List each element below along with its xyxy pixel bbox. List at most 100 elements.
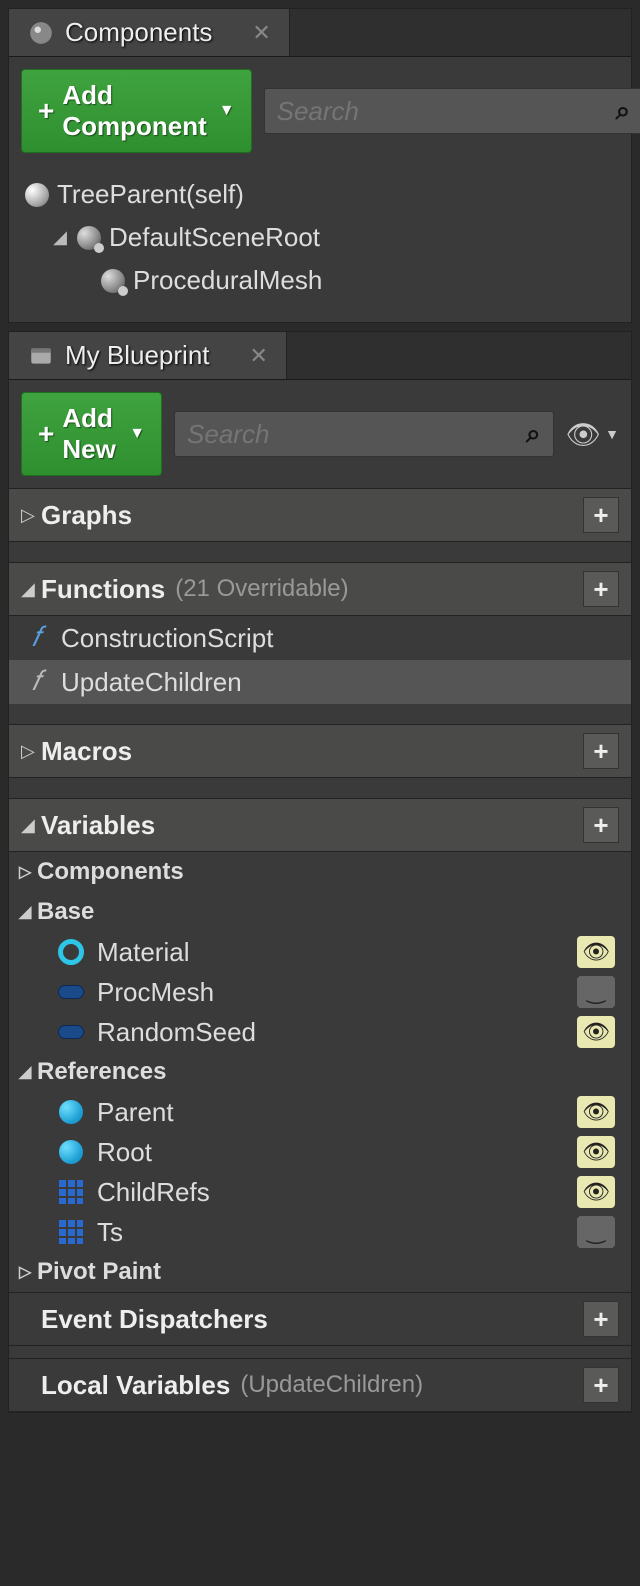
components-tree: TreeParent(self) ◢ DefaultSceneRoot Proc… bbox=[9, 165, 631, 322]
add-graph-button[interactable]: + bbox=[583, 497, 619, 533]
variable-childrefs[interactable]: ChildRefs 👁 bbox=[9, 1172, 631, 1212]
visibility-toggle[interactable]: 👁 bbox=[577, 1136, 615, 1168]
macros-section-header[interactable]: ▷ Macros + bbox=[9, 724, 631, 778]
material-type-icon bbox=[57, 938, 85, 966]
graphs-title: Graphs bbox=[41, 500, 132, 531]
variables-section-header[interactable]: ◢ Variables + bbox=[9, 798, 631, 852]
components-tab-title: Components bbox=[65, 17, 212, 48]
close-icon[interactable]: ✕ bbox=[250, 343, 268, 369]
chevron-down-icon: ▼ bbox=[129, 425, 145, 443]
group-label: Components bbox=[37, 858, 184, 886]
variable-parent[interactable]: Parent 👁 bbox=[9, 1092, 631, 1132]
group-label: Pivot Paint bbox=[37, 1258, 161, 1286]
close-icon[interactable]: ✕ bbox=[252, 20, 270, 46]
variable-procmesh[interactable]: ProcMesh ‿ bbox=[9, 972, 631, 1012]
my-blueprint-panel: My Blueprint ✕ + Add New ▼ ⌕ 👁 ▼ ▷ Graph… bbox=[8, 331, 632, 1413]
add-macro-button[interactable]: + bbox=[583, 733, 619, 769]
tree-root-row[interactable]: TreeParent(self) bbox=[21, 173, 619, 216]
collapse-arrow-icon: ▷ bbox=[19, 1262, 37, 1282]
functions-subtitle: (21 Overridable) bbox=[175, 575, 348, 603]
add-component-button[interactable]: + Add Component ▼ bbox=[21, 69, 252, 153]
variable-label: Parent bbox=[97, 1097, 565, 1128]
array-type-icon bbox=[57, 1178, 85, 1206]
functions-section-header[interactable]: ◢ Functions (21 Overridable) + bbox=[9, 562, 631, 616]
object-ref-icon bbox=[57, 1138, 85, 1166]
variables-components-group[interactable]: ▷ Components bbox=[9, 852, 631, 892]
visibility-toggle[interactable]: 👁 bbox=[577, 1176, 615, 1208]
add-variable-button[interactable]: + bbox=[583, 807, 619, 843]
expand-arrow-icon: ◢ bbox=[19, 1062, 37, 1082]
add-function-button[interactable]: + bbox=[583, 571, 619, 607]
components-search-input[interactable] bbox=[277, 96, 616, 127]
collapse-arrow-icon: ▷ bbox=[21, 505, 41, 526]
variables-base-group[interactable]: ◢ Base bbox=[9, 892, 631, 932]
variable-label: ProcMesh bbox=[97, 977, 565, 1008]
search-icon: ⌕ bbox=[616, 95, 631, 127]
visibility-toggle[interactable]: ‿ bbox=[577, 1216, 615, 1248]
blueprint-tab-icon bbox=[27, 342, 55, 370]
components-tab[interactable]: Components ✕ bbox=[9, 9, 290, 56]
blueprint-tab-header: My Blueprint ✕ bbox=[9, 332, 631, 380]
array-type-icon bbox=[57, 1218, 85, 1246]
local-variables-header[interactable]: Local Variables (UpdateChildren) + bbox=[9, 1358, 631, 1412]
expand-arrow-icon: ◢ bbox=[19, 902, 37, 922]
components-tab-icon bbox=[27, 19, 55, 47]
variable-label: Material bbox=[97, 937, 565, 968]
chevron-down-icon: ▼ bbox=[219, 102, 235, 120]
variables-references-group[interactable]: ◢ References bbox=[9, 1052, 631, 1092]
tree-procmesh-row[interactable]: ProceduralMesh bbox=[21, 259, 619, 302]
object-type-icon bbox=[57, 1018, 85, 1046]
function-constructionscript[interactable]: 𝑓 ConstructionScript bbox=[9, 616, 631, 660]
group-label: References bbox=[37, 1058, 166, 1086]
search-icon: ⌕ bbox=[526, 418, 541, 450]
macros-title: Macros bbox=[41, 736, 132, 767]
blueprint-search[interactable]: ⌕ bbox=[174, 411, 554, 457]
object-type-icon bbox=[57, 978, 85, 1006]
blueprint-search-input[interactable] bbox=[187, 419, 526, 450]
scene-root-label: DefaultSceneRoot bbox=[109, 222, 320, 253]
expand-arrow-icon[interactable]: ◢ bbox=[51, 227, 69, 248]
blueprint-tab-title: My Blueprint bbox=[65, 340, 210, 371]
blueprint-tab[interactable]: My Blueprint ✕ bbox=[9, 332, 287, 379]
variable-root[interactable]: Root 👁 bbox=[9, 1132, 631, 1172]
variable-label: ChildRefs bbox=[97, 1177, 565, 1208]
tree-scene-root-row[interactable]: ◢ DefaultSceneRoot bbox=[21, 216, 619, 259]
variable-label: Root bbox=[97, 1137, 565, 1168]
actor-icon bbox=[25, 183, 49, 207]
add-new-button[interactable]: + Add New ▼ bbox=[21, 392, 162, 476]
expand-arrow-icon: ◢ bbox=[21, 579, 41, 600]
scene-component-icon bbox=[77, 226, 101, 250]
blueprint-toolbar: + Add New ▼ ⌕ 👁 ▼ bbox=[9, 380, 631, 488]
add-event-dispatcher-button[interactable]: + bbox=[583, 1301, 619, 1337]
add-component-label: Add Component bbox=[62, 80, 206, 142]
function-icon: 𝑓 bbox=[21, 622, 51, 654]
group-label: Base bbox=[37, 898, 94, 926]
plus-icon: + bbox=[38, 95, 54, 127]
variable-material[interactable]: Material 👁 bbox=[9, 932, 631, 972]
collapse-arrow-icon: ▷ bbox=[21, 741, 41, 762]
local-variables-title: Local Variables bbox=[41, 1370, 230, 1401]
variables-pivotpaint-group[interactable]: ▷ Pivot Paint bbox=[9, 1252, 631, 1292]
chevron-down-icon: ▼ bbox=[605, 426, 619, 442]
tree-root-label: TreeParent(self) bbox=[57, 179, 244, 210]
components-search[interactable]: ⌕ bbox=[264, 88, 640, 134]
view-options-button[interactable]: 👁 ▼ bbox=[566, 418, 619, 451]
visibility-toggle[interactable]: 👁 bbox=[577, 936, 615, 968]
visibility-toggle[interactable]: ‿ bbox=[577, 976, 615, 1008]
variable-label: Ts bbox=[97, 1217, 565, 1248]
event-dispatchers-title: Event Dispatchers bbox=[41, 1304, 268, 1335]
event-dispatchers-header[interactable]: Event Dispatchers + bbox=[9, 1292, 631, 1346]
object-ref-icon bbox=[57, 1098, 85, 1126]
visibility-toggle[interactable]: 👁 bbox=[577, 1016, 615, 1048]
variable-ts[interactable]: Ts ‿ bbox=[9, 1212, 631, 1252]
add-local-variable-button[interactable]: + bbox=[583, 1367, 619, 1403]
function-updatechildren[interactable]: 𝑓 UpdateChildren bbox=[9, 660, 631, 704]
variables-title: Variables bbox=[41, 810, 155, 841]
components-tab-header: Components ✕ bbox=[9, 9, 631, 57]
variable-randomseed[interactable]: RandomSeed 👁 bbox=[9, 1012, 631, 1052]
graphs-section-header[interactable]: ▷ Graphs + bbox=[9, 488, 631, 542]
visibility-toggle[interactable]: 👁 bbox=[577, 1096, 615, 1128]
functions-title: Functions bbox=[41, 574, 165, 605]
collapse-arrow-icon: ▷ bbox=[19, 862, 37, 882]
plus-icon: + bbox=[38, 418, 54, 450]
